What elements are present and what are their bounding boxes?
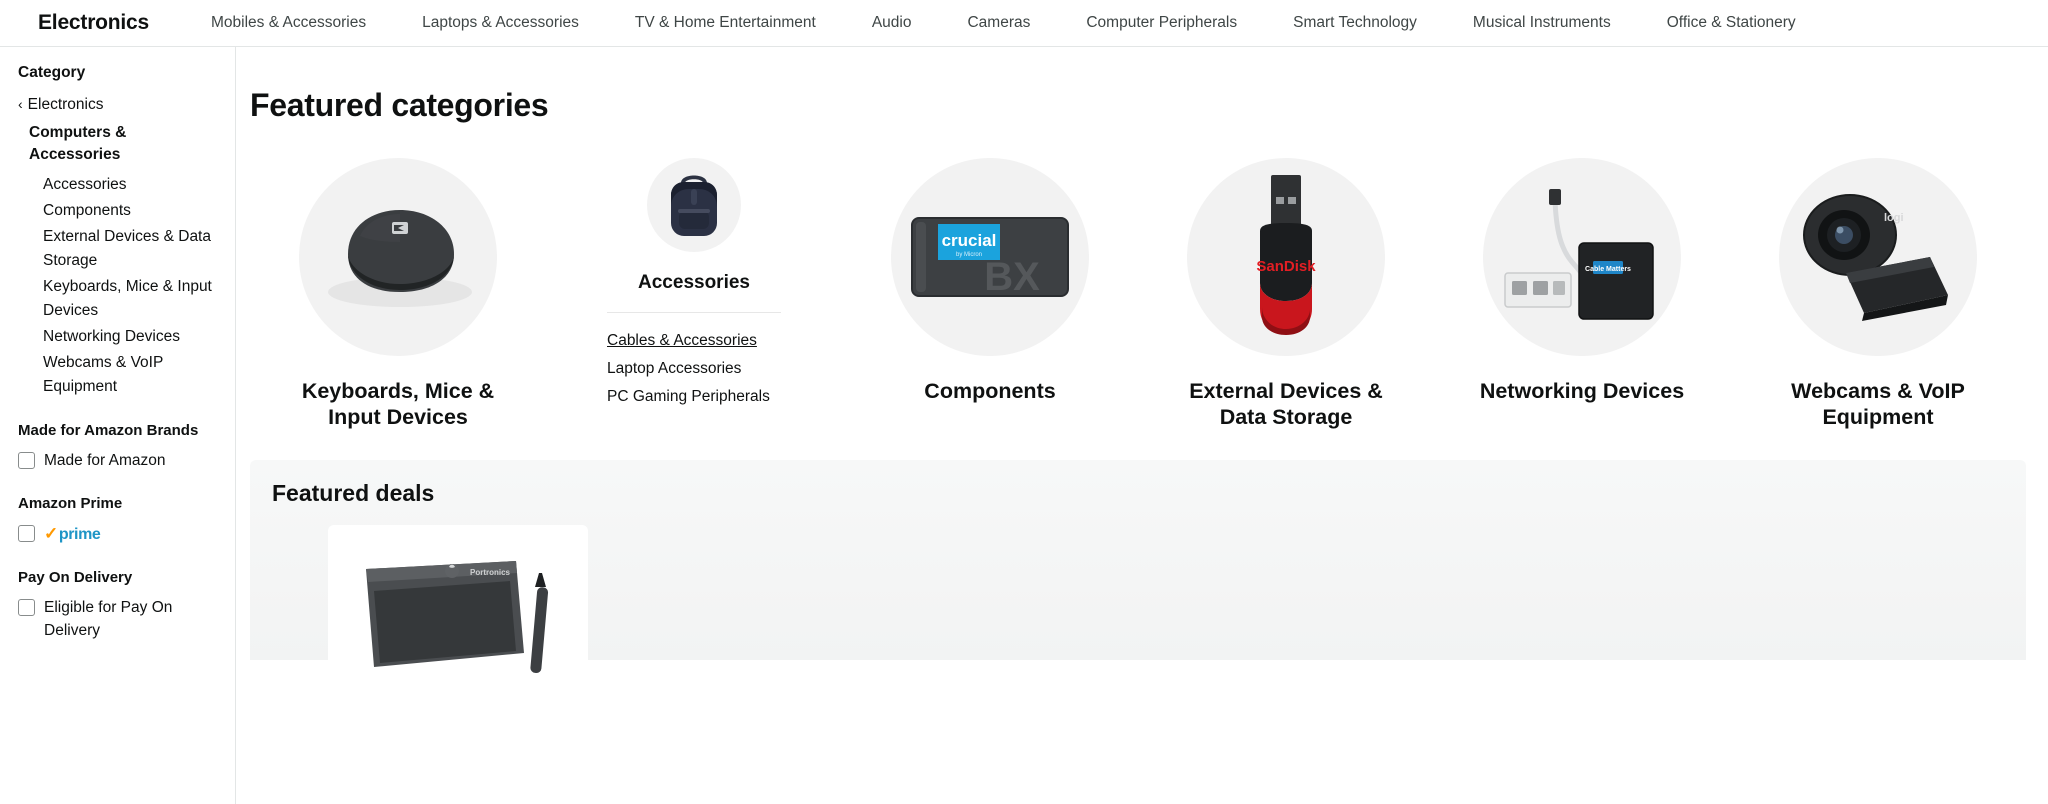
filter-option-eligible-pay-on-delivery[interactable]: Eligible for Pay On Delivery [18,596,221,642]
nav-link-cameras[interactable]: Cameras [967,14,1030,32]
deal-card[interactable]: Portronics [328,525,588,725]
category-label: Webcams & VoIP Equipment [1791,379,1965,429]
category-card-webcams-voip-equipment[interactable]: logi Webcams & VoIP Equipment [1730,158,2026,430]
network-adapter-image: Cable Matters [1504,189,1654,320]
filter-title-amazon-prime: Amazon Prime [18,495,123,512]
main-content: Featured categories Keyboards, Mice & In… [236,47,2048,804]
category-image-wrapper: SanDisk [1187,158,1385,356]
sidebar-current-category[interactable]: Computers & Accessories [29,122,221,166]
featured-deals-title: Featured deals [272,480,435,506]
nav-link-office-stationery[interactable]: Office & Stationery [1667,14,1796,32]
filter-label-made-for-amazon: Made for Amazon [44,452,166,469]
filter-title-made-for-amazon-brands: Made for Amazon Brands [18,422,199,439]
category-card-accessories[interactable]: Accessories Cables & Accessories Laptop … [546,158,842,430]
category-image-wrapper: crucial by Micron BX [891,158,1089,356]
checkbox-made-for-amazon[interactable] [18,452,35,469]
sublink-laptop-accessories[interactable]: Laptop Accessories [607,355,781,383]
category-card-external-devices-data-storage[interactable]: SanDisk External Devices & Data Storage [1138,158,1434,430]
mouse-image [328,210,472,307]
usb-brand-text: SanDisk [1256,258,1316,275]
category-image-wrapper [647,158,741,252]
nav-link-audio[interactable]: Audio [872,14,912,32]
nav-link-musical-instruments[interactable]: Musical Instruments [1473,14,1611,32]
category-card-keyboards-mice-input-devices[interactable]: Keyboards, Mice & Input Devices [250,158,546,430]
nav-link-smart-technology[interactable]: Smart Technology [1293,14,1417,32]
top-navigation-bar: Electronics Mobiles & Accessories Laptop… [0,0,2048,47]
adapter-brand-text: Cable Matters [1585,266,1631,273]
backpack-image [671,175,717,236]
ssd-model-text: BX [984,255,1040,299]
webcam-image: logi [1803,194,1948,321]
category-image-wrapper [299,158,497,356]
sidebar-item-webcams-voip-equipment[interactable]: Webcams & VoIP Equipment [43,351,221,399]
sidebar-item-keyboards-mice-input-devices[interactable]: Keyboards, Mice & Input Devices [43,275,221,323]
chevron-left-icon: ‹ [18,96,23,112]
filter-label-pay-on-delivery: Eligible for Pay On Delivery [44,599,173,639]
featured-categories-grid: Keyboards, Mice & Input Devices Accessor… [250,158,2026,430]
sidebar-item-accessories[interactable]: Accessories [43,173,221,197]
category-card-components[interactable]: crucial by Micron BX Components [842,158,1138,430]
prime-logo: ✓ prime [44,522,101,546]
ssd-brand-text: crucial [942,231,997,250]
nav-link-mobiles-accessories[interactable]: Mobiles & Accessories [211,14,366,32]
category-label: Components [924,379,1056,403]
filters-sidebar: Category ‹ Electronics Computers & Acces… [0,47,236,804]
page-title: Featured categories [250,87,549,123]
tablet-brand-text: Portronics [470,568,511,577]
filter-title-pay-on-delivery: Pay On Delivery [18,569,133,586]
filter-group-made-for-amazon-brands: Made for Amazon Brands Made for Amazon [18,421,221,472]
sublink-pc-gaming-peripherals[interactable]: PC Gaming Peripherals [607,383,781,411]
checkbox-prime[interactable] [18,525,35,542]
prime-check-icon: ✓ [44,524,58,543]
category-card-networking-devices[interactable]: Cable Matters Networking Devices [1434,158,1730,430]
nav-link-tv-home-entertainment[interactable]: TV & Home Entertainment [635,14,816,32]
graphics-tablet-image: Portronics [366,561,549,674]
usb-flash-drive-image: SanDisk [1256,175,1316,335]
sidebar-subcategory-list: Accessories Components External Devices … [43,173,221,399]
nav-brand-electronics[interactable]: Electronics [38,11,149,35]
sidebar-heading-category: Category [18,64,86,81]
page-body: Category ‹ Electronics Computers & Acces… [0,47,2048,804]
ssd-image: crucial by Micron BX [911,217,1069,299]
nav-link-laptops-accessories[interactable]: Laptops & Accessories [422,14,579,32]
filter-option-prime[interactable]: ✓ prime [18,522,221,546]
webcam-brand-text: logi [1884,212,1904,224]
category-image-wrapper: logi [1779,158,1977,356]
sidebar-back-electronics[interactable]: ‹ Electronics [18,93,221,116]
ssd-brand-sub: by Micron [956,252,982,258]
filter-group-amazon-prime: Amazon Prime ✓ prime [18,494,221,546]
sidebar-item-components[interactable]: Components [43,199,221,223]
sidebar-back-label: Electronics [27,96,104,113]
category-label: External Devices & Data Storage [1189,379,1383,429]
checkbox-pay-on-delivery[interactable] [18,599,35,616]
featured-deals-section: Featured deals Portronics [250,460,2026,725]
filter-group-pay-on-delivery: Pay On Delivery Eligible for Pay On Deli… [18,568,221,642]
prime-label: prime [58,526,101,543]
sublink-cables-accessories[interactable]: Cables & Accessories [607,327,781,355]
category-image-wrapper: Cable Matters [1483,158,1681,356]
filter-option-made-for-amazon[interactable]: Made for Amazon [18,449,221,472]
category-label: Keyboards, Mice & Input Devices [301,379,495,429]
accessories-sublinks: Cables & Accessories Laptop Accessories … [607,312,781,411]
category-label: Accessories [638,272,750,293]
sidebar-item-external-devices-data-storage[interactable]: External Devices & Data Storage [43,225,221,273]
category-label: Networking Devices [1479,379,1685,403]
sidebar-item-networking-devices[interactable]: Networking Devices [43,325,221,349]
nav-link-computer-peripherals[interactable]: Computer Peripherals [1086,14,1237,32]
